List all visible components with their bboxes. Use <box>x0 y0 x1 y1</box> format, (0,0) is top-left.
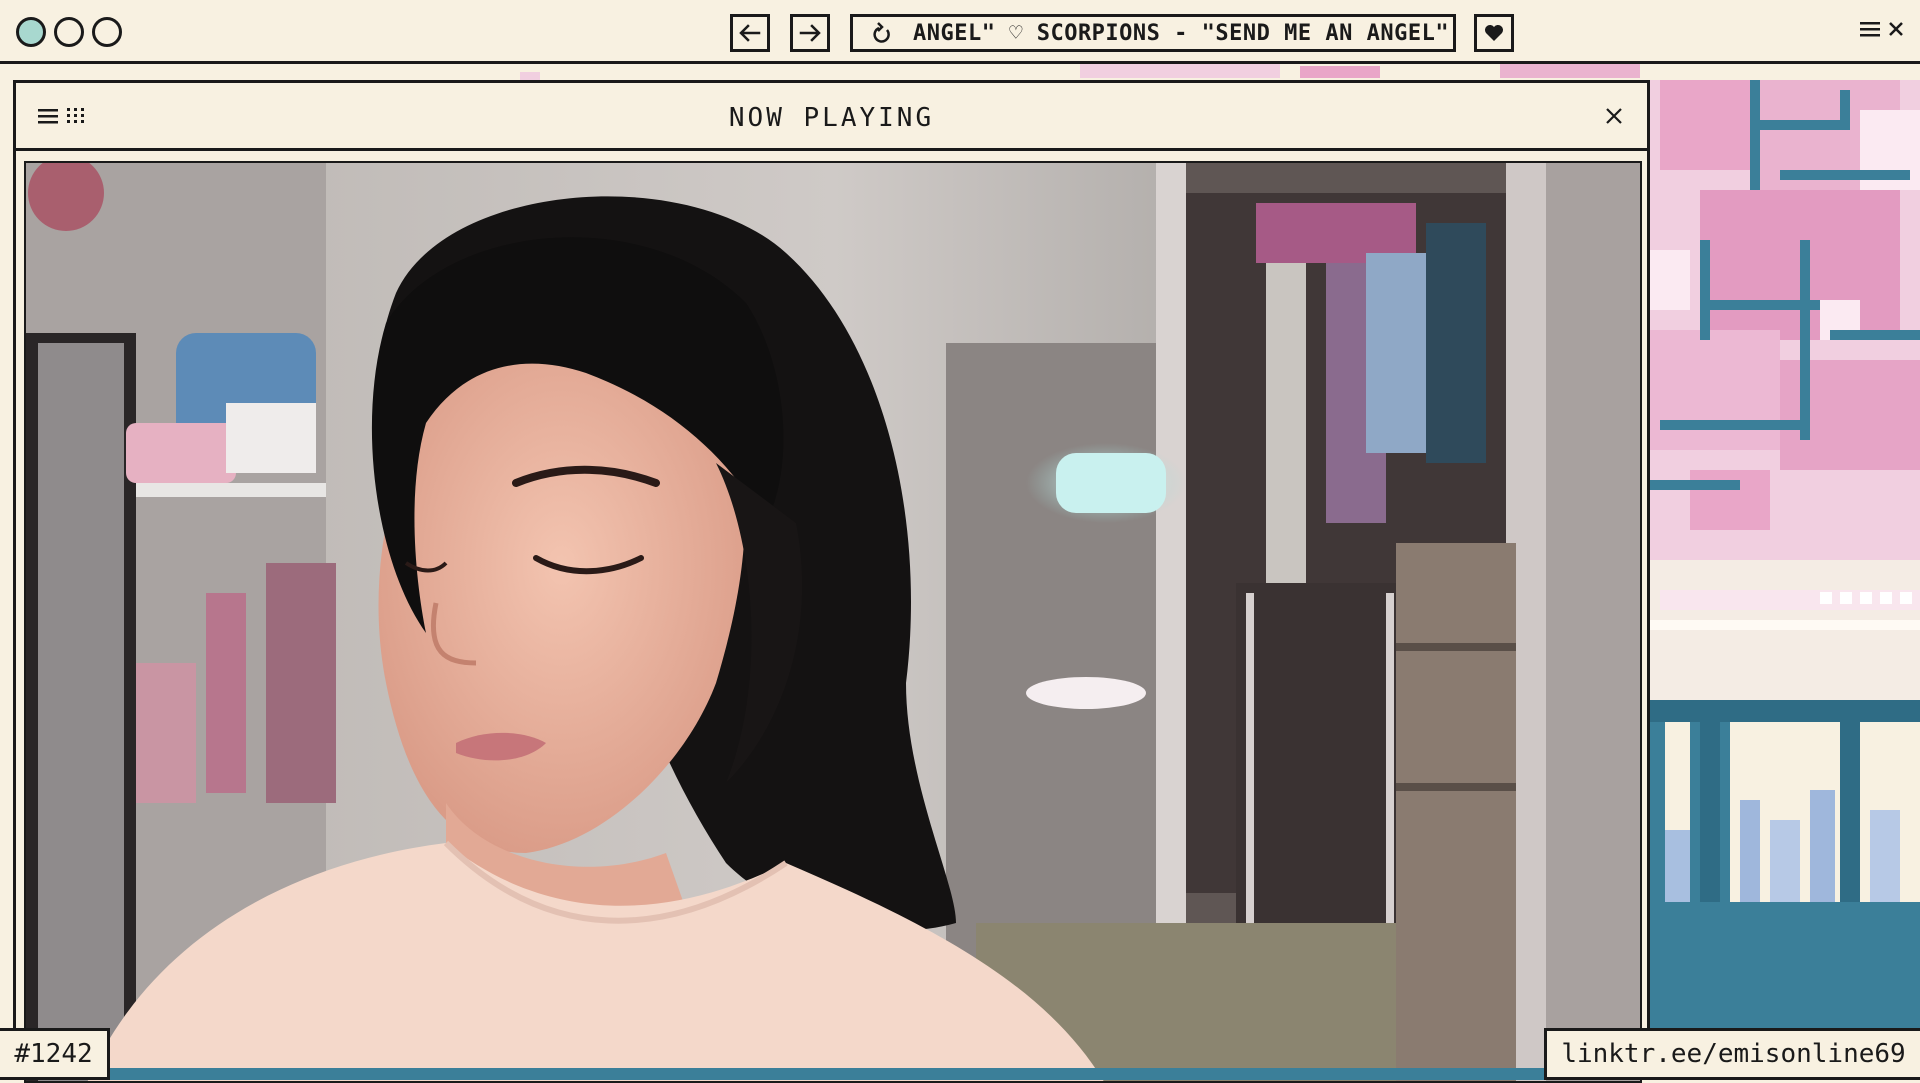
arrow-left-icon <box>739 24 761 42</box>
player-title-bar: NOW PLAYING <box>16 83 1647 151</box>
favorite-button[interactable] <box>1474 14 1514 52</box>
player-title: NOW PLAYING <box>728 103 935 133</box>
bottom-strip <box>110 1068 1544 1080</box>
menu-icon[interactable] <box>1860 20 1880 38</box>
now-playing-marquee: ANGEL" ♡ SCORPIONS - "SEND ME AN ANGEL" … <box>913 20 1456 46</box>
now-playing-window: NOW PLAYING <box>13 80 1650 1083</box>
stream-counter-badge: #1242 <box>0 1028 110 1080</box>
window-controls <box>16 17 122 47</box>
close-icon[interactable] <box>1888 21 1904 37</box>
forward-button[interactable] <box>790 14 830 52</box>
address-bar[interactable]: ANGEL" ♡ SCORPIONS - "SEND ME AN ANGEL" … <box>850 14 1456 52</box>
video-frame <box>26 163 1640 1081</box>
window-dot-1[interactable] <box>16 17 46 47</box>
top-bar: ANGEL" ♡ SCORPIONS - "SEND ME AN ANGEL" … <box>0 0 1920 64</box>
reload-icon[interactable] <box>871 21 893 45</box>
back-button[interactable] <box>730 14 770 52</box>
player-close-icon[interactable] <box>1605 107 1623 125</box>
heart-icon <box>1485 25 1503 41</box>
linktree-badge[interactable]: linktr.ee/emisonline69 <box>1544 1028 1920 1080</box>
window-dot-3[interactable] <box>92 17 122 47</box>
top-right-controls <box>1860 20 1904 38</box>
arrow-right-icon <box>799 24 821 42</box>
webcam-video[interactable] <box>24 161 1642 1083</box>
window-dot-2[interactable] <box>54 17 84 47</box>
